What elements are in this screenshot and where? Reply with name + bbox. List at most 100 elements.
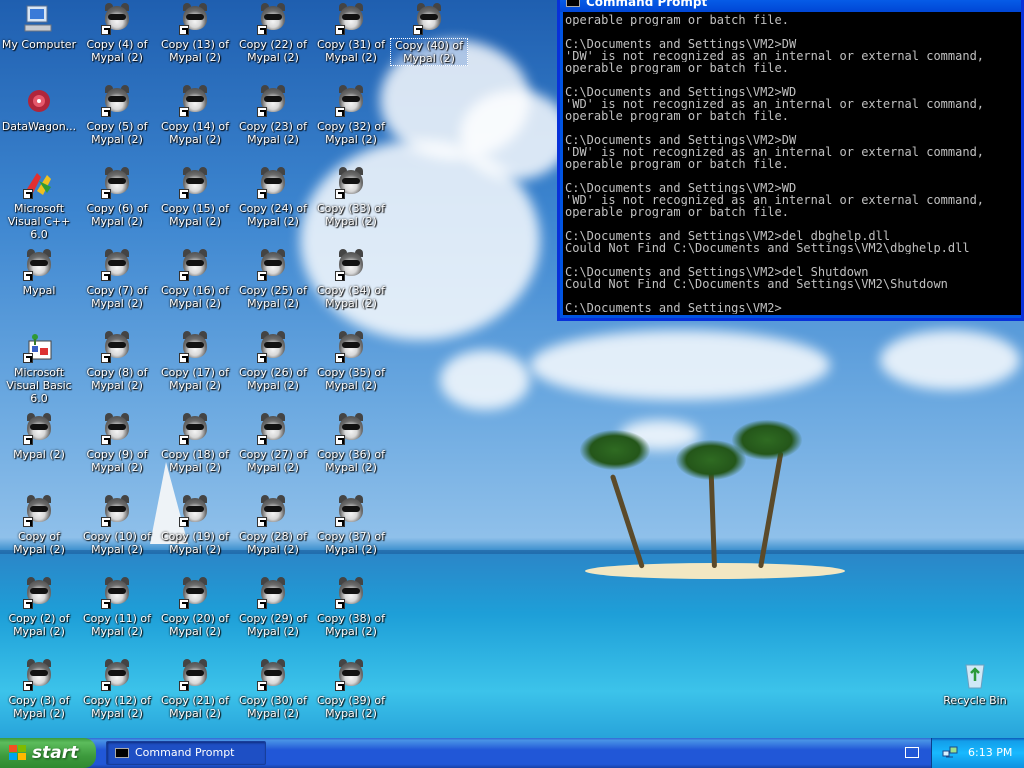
desktop-icon-copy-33-of-mypal-2[interactable]: Copy (33) of Mypal (2) — [312, 167, 390, 247]
raccoon-icon — [335, 249, 367, 281]
clock[interactable]: 6:13 PM — [968, 738, 1012, 768]
command-prompt-window[interactable]: Command Prompt operable program or batch… — [557, 0, 1024, 321]
network-icon[interactable] — [942, 746, 958, 760]
shortcut-arrow-icon — [101, 599, 111, 609]
desktop-icon-datawagon[interactable]: DataWagon... — [0, 85, 78, 165]
taskbar[interactable]: start Command Prompt 6:13 PM — [0, 738, 1024, 768]
desktop-icon-copy-8-of-mypal-2[interactable]: Copy (8) of Mypal (2) — [78, 331, 156, 411]
desktop-icon-label: Copy (12) of Mypal (2) — [82, 694, 152, 720]
shortcut-arrow-icon — [257, 681, 267, 691]
shortcut-arrow-icon — [179, 189, 189, 199]
desktop-icon-label: Copy (24) of Mypal (2) — [238, 202, 308, 228]
console-line: C:\Documents and Settings\VM2>WD — [565, 86, 797, 98]
command-prompt-titlebar[interactable]: Command Prompt — [560, 0, 1021, 12]
system-tray: 6:13 PM — [931, 738, 1024, 768]
desktop-icon-label: Microsoft Visual Basic 6.0 — [6, 366, 72, 405]
desktop-icon-copy-3-of-mypal-2[interactable]: Copy (3) of Mypal (2) — [0, 659, 78, 738]
start-button[interactable]: start — [0, 738, 96, 768]
desktop-icon-copy-of-mypal-2[interactable]: Copy of Mypal (2) — [0, 495, 78, 575]
shortcut-arrow-icon — [257, 599, 267, 609]
console-icon — [115, 748, 129, 758]
desktop-icon-copy-5-of-mypal-2[interactable]: Copy (5) of Mypal (2) — [78, 85, 156, 165]
desktop-icon-mypal[interactable]: Mypal — [0, 249, 78, 329]
desktop-icon-my-computer[interactable]: My Computer — [0, 3, 78, 83]
desktop-icon-copy-36-of-mypal-2[interactable]: Copy (36) of Mypal (2) — [312, 413, 390, 493]
desktop-icon-copy-16-of-mypal-2[interactable]: Copy (16) of Mypal (2) — [156, 249, 234, 329]
desktop-icon-copy-29-of-mypal-2[interactable]: Copy (29) of Mypal (2) — [234, 577, 312, 657]
desktop-icon-copy-6-of-mypal-2[interactable]: Copy (6) of Mypal (2) — [78, 167, 156, 247]
desktop-icon-copy-27-of-mypal-2[interactable]: Copy (27) of Mypal (2) — [234, 413, 312, 493]
raccoon-icon — [179, 495, 211, 527]
desktop-icon-copy-10-of-mypal-2[interactable]: Copy (10) of Mypal (2) — [78, 495, 156, 575]
raccoon-icon — [335, 331, 367, 363]
raccoon-icon — [101, 577, 133, 609]
desktop-icon-copy-19-of-mypal-2[interactable]: Copy (19) of Mypal (2) — [156, 495, 234, 575]
shortcut-arrow-icon — [101, 435, 111, 445]
raccoon-icon — [335, 495, 367, 527]
desktop-icon-copy-11-of-mypal-2[interactable]: Copy (11) of Mypal (2) — [78, 577, 156, 657]
desktop-icon-copy-24-of-mypal-2[interactable]: Copy (24) of Mypal (2) — [234, 167, 312, 247]
desktop-icon-copy-18-of-mypal-2[interactable]: Copy (18) of Mypal (2) — [156, 413, 234, 493]
console-line: Could Not Find C:\Documents and Settings… — [565, 278, 948, 290]
desktop-icon-copy-39-of-mypal-2[interactable]: Copy (39) of Mypal (2) — [312, 659, 390, 738]
desktop-icon-copy-38-of-mypal-2[interactable]: Copy (38) of Mypal (2) — [312, 577, 390, 657]
console-line: Could Not Find C:\Documents and Settings… — [565, 242, 970, 254]
desktop-icon-microsoft-visual-c-6-0[interactable]: Microsoft Visual C++ 6.0 — [0, 167, 78, 247]
desktop-icon-copy-14-of-mypal-2[interactable]: Copy (14) of Mypal (2) — [156, 85, 234, 165]
desktop[interactable]: My Computer DataWagon... Microsoft Visual … — [0, 0, 1024, 738]
desktop-icon-label: Copy (29) of Mypal (2) — [238, 612, 308, 638]
raccoon-icon — [335, 413, 367, 445]
start-label: start — [32, 743, 79, 763]
desktop-icon-copy-40-of-mypal-2[interactable]: Copy (40) of Mypal (2) — [390, 3, 468, 83]
desktop-icon-copy-15-of-mypal-2[interactable]: Copy (15) of Mypal (2) — [156, 167, 234, 247]
shortcut-arrow-icon — [101, 517, 111, 527]
shortcut-arrow-icon — [23, 599, 33, 609]
console-line: 'WD' is not recognized as an internal or… — [565, 194, 985, 206]
desktop-icon-microsoft-visual-basic-6-0[interactable]: Microsoft Visual Basic 6.0 — [0, 331, 78, 411]
desktop-icon-label: Copy (33) of Mypal (2) — [316, 202, 386, 228]
desktop-icon-copy-17-of-mypal-2[interactable]: Copy (17) of Mypal (2) — [156, 331, 234, 411]
raccoon-icon — [257, 85, 289, 117]
desktop-icon-label: Copy (23) of Mypal (2) — [238, 120, 308, 146]
desktop-icon-copy-22-of-mypal-2[interactable]: Copy (22) of Mypal (2) — [234, 3, 312, 83]
desktop-icon-copy-26-of-mypal-2[interactable]: Copy (26) of Mypal (2) — [234, 331, 312, 411]
desktop-icon-label: Copy (40) of Mypal (2) — [390, 38, 468, 66]
desktop-icon-recycle-bin[interactable]: Recycle Bin — [936, 659, 1014, 738]
desktop-icon-label: Copy (35) of Mypal (2) — [316, 366, 386, 392]
shortcut-arrow-icon — [257, 271, 267, 281]
desktop-icon-copy-12-of-mypal-2[interactable]: Copy (12) of Mypal (2) — [78, 659, 156, 738]
datawagon-icon — [23, 85, 55, 117]
keyboard-icon[interactable] — [905, 747, 919, 758]
shortcut-arrow-icon — [335, 517, 345, 527]
raccoon-icon — [23, 659, 55, 691]
desktop-icon-copy-2-of-mypal-2[interactable]: Copy (2) of Mypal (2) — [0, 577, 78, 657]
desktop-icon-copy-28-of-mypal-2[interactable]: Copy (28) of Mypal (2) — [234, 495, 312, 575]
desktop-icon-copy-35-of-mypal-2[interactable]: Copy (35) of Mypal (2) — [312, 331, 390, 411]
desktop-icon-label: Copy (20) of Mypal (2) — [160, 612, 230, 638]
desktop-icon-copy-37-of-mypal-2[interactable]: Copy (37) of Mypal (2) — [312, 495, 390, 575]
taskbar-button-command-prompt[interactable]: Command Prompt — [106, 741, 266, 765]
desktop-icon-copy-31-of-mypal-2[interactable]: Copy (31) of Mypal (2) — [312, 3, 390, 83]
desktop-icon-label: Mypal (2) — [13, 448, 65, 461]
desktop-icon-copy-13-of-mypal-2[interactable]: Copy (13) of Mypal (2) — [156, 3, 234, 83]
desktop-icon-copy-34-of-mypal-2[interactable]: Copy (34) of Mypal (2) — [312, 249, 390, 329]
desktop-icon-copy-21-of-mypal-2[interactable]: Copy (21) of Mypal (2) — [156, 659, 234, 738]
desktop-icon-label: Copy (28) of Mypal (2) — [238, 530, 308, 556]
desktop-icon-copy-4-of-mypal-2[interactable]: Copy (4) of Mypal (2) — [78, 3, 156, 83]
desktop-icon-copy-9-of-mypal-2[interactable]: Copy (9) of Mypal (2) — [78, 413, 156, 493]
console-output[interactable]: operable program or batch file. C:\Docume… — [563, 12, 1021, 315]
console-line: 'DW' is not recognized as an internal or… — [565, 50, 985, 62]
desktop-icon-copy-23-of-mypal-2[interactable]: Copy (23) of Mypal (2) — [234, 85, 312, 165]
desktop-icon-copy-20-of-mypal-2[interactable]: Copy (20) of Mypal (2) — [156, 577, 234, 657]
desktop-icon-mypal-2[interactable]: Mypal (2) — [0, 413, 78, 493]
desktop-icon-label: Copy (7) of Mypal (2) — [86, 284, 148, 310]
desktop-icon-copy-32-of-mypal-2[interactable]: Copy (32) of Mypal (2) — [312, 85, 390, 165]
desktop-icon-label: Copy (31) of Mypal (2) — [316, 38, 386, 64]
desktop-icon-copy-7-of-mypal-2[interactable]: Copy (7) of Mypal (2) — [78, 249, 156, 329]
desktop-icon-copy-25-of-mypal-2[interactable]: Copy (25) of Mypal (2) — [234, 249, 312, 329]
desktop-icon-copy-30-of-mypal-2[interactable]: Copy (30) of Mypal (2) — [234, 659, 312, 738]
shortcut-arrow-icon — [257, 189, 267, 199]
